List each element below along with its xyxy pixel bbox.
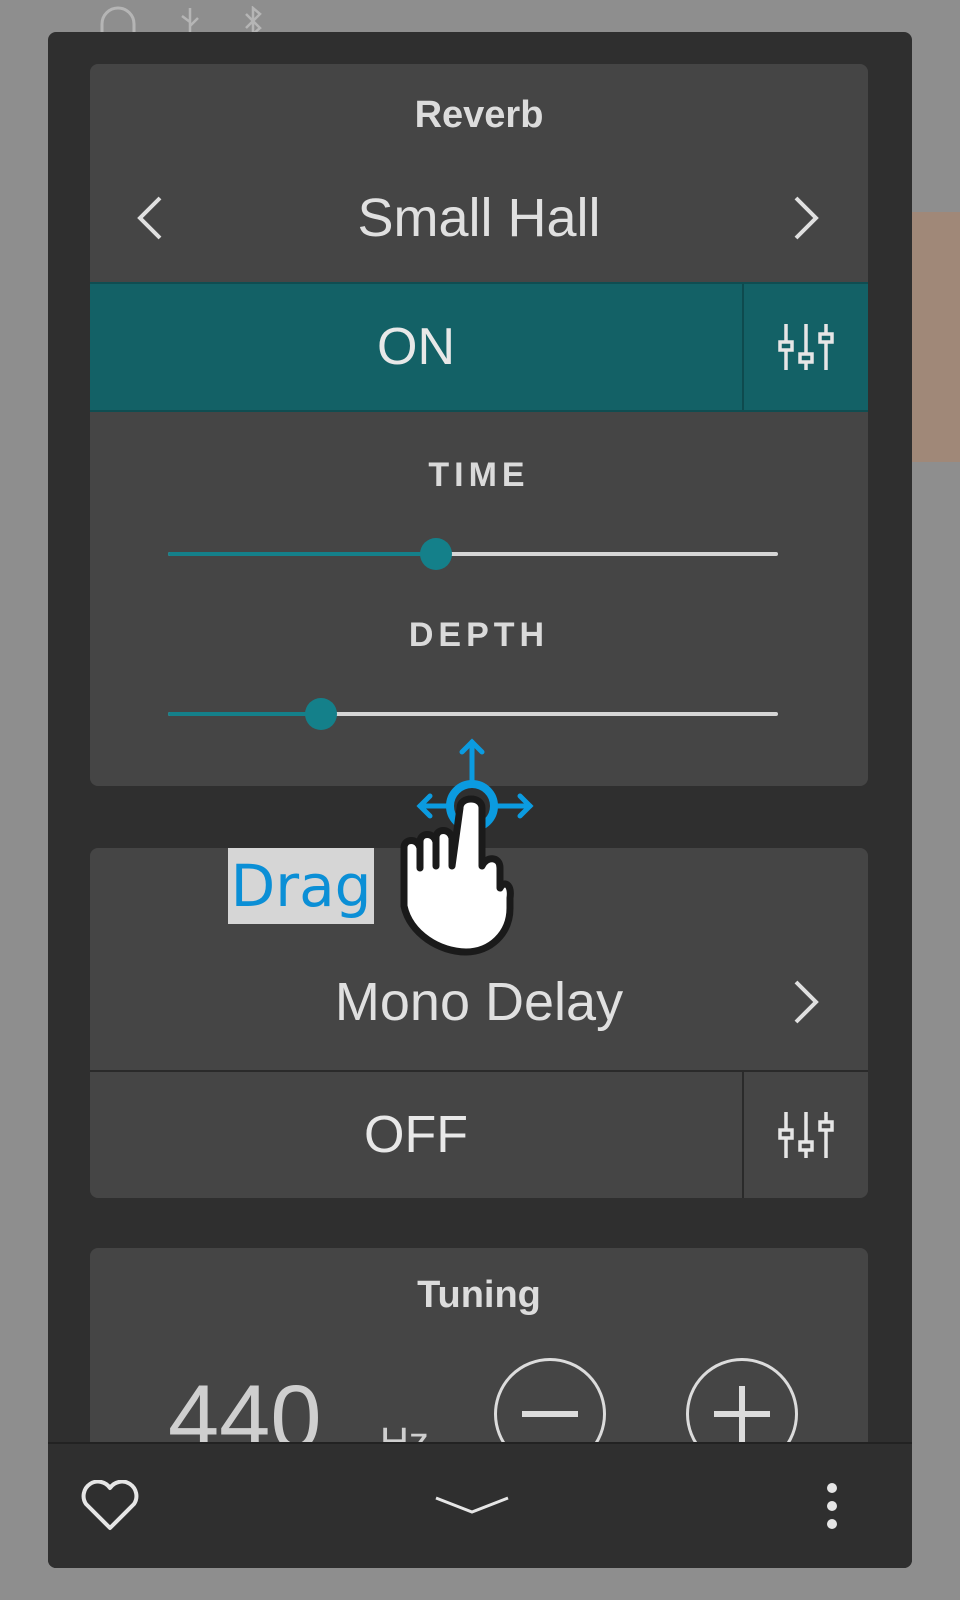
tuning-title: Tuning bbox=[417, 1274, 541, 1316]
effect-settings-button[interactable] bbox=[742, 1072, 868, 1198]
more-options-button[interactable] bbox=[798, 1472, 866, 1540]
depth-slider-thumb[interactable] bbox=[304, 698, 337, 730]
depth-label: DEPTH bbox=[408, 616, 550, 654]
chevron-right-icon bbox=[794, 980, 819, 1024]
effect-type-value: Mono Delay bbox=[334, 972, 624, 1032]
drag-gesture-label: Drag bbox=[228, 848, 374, 924]
time-label: TIME bbox=[428, 456, 530, 494]
sliders-icon bbox=[778, 1112, 834, 1158]
reverb-title: Reverb bbox=[414, 94, 544, 136]
reverb-settings-button[interactable] bbox=[742, 284, 868, 410]
depth-slider-fill bbox=[168, 712, 321, 716]
reverb-toggle-row: ON bbox=[90, 282, 868, 412]
favorite-button[interactable] bbox=[76, 1472, 144, 1540]
bottom-bar bbox=[48, 1442, 912, 1568]
plus-icon bbox=[714, 1386, 770, 1442]
effect-type-selector: Mono Delay bbox=[90, 942, 868, 1062]
reverb-next-button[interactable] bbox=[776, 186, 836, 250]
chevron-right-icon bbox=[794, 196, 819, 240]
minus-icon bbox=[522, 1411, 578, 1417]
effect-toggle-row: OFF bbox=[90, 1070, 868, 1198]
background-tile bbox=[912, 212, 960, 462]
chevron-left-icon bbox=[137, 196, 162, 240]
reverb-type-selector: Small Hall bbox=[90, 158, 868, 278]
time-slider-fill bbox=[168, 552, 437, 556]
sliders-icon bbox=[778, 324, 834, 370]
time-slider[interactable] bbox=[168, 534, 778, 574]
reverb-card: Reverb Small Hall ON TIME DEPTH bbox=[90, 64, 868, 786]
collapse-button[interactable] bbox=[432, 1472, 512, 1540]
reverb-on-off-toggle[interactable]: ON bbox=[90, 284, 742, 410]
time-slider-thumb[interactable] bbox=[420, 538, 453, 570]
depth-slider[interactable] bbox=[168, 694, 778, 734]
reverb-type-value: Small Hall bbox=[357, 188, 601, 248]
reverb-prev-button[interactable] bbox=[120, 186, 180, 250]
chevron-down-icon bbox=[435, 1496, 509, 1514]
effect-next-button[interactable] bbox=[776, 970, 836, 1034]
heart-icon bbox=[81, 1480, 139, 1530]
more-vertical-icon bbox=[827, 1483, 837, 1529]
effect-on-off-toggle[interactable]: OFF bbox=[90, 1072, 742, 1198]
hand-pointer-icon bbox=[400, 738, 534, 956]
